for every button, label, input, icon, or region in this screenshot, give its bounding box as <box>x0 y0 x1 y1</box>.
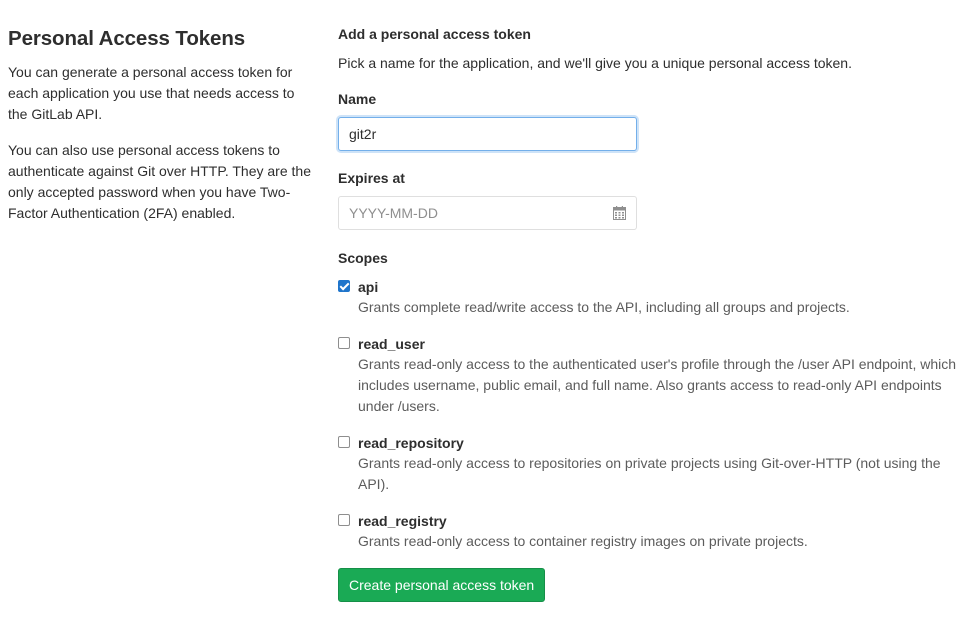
expires-label: Expires at <box>338 170 405 186</box>
scope-list: api Grants complete read/write access to… <box>338 277 958 552</box>
form-heading: Add a personal access token <box>338 26 531 42</box>
page-title: Personal Access Tokens <box>8 27 246 50</box>
name-label: Name <box>338 91 377 107</box>
scopes-label: Scopes <box>338 250 388 266</box>
scope-name: read_repository <box>358 435 464 451</box>
scope-description: Grants read-only access to the authentic… <box>358 356 957 414</box>
expires-input[interactable] <box>338 196 637 230</box>
name-input[interactable] <box>338 117 637 151</box>
scope-checkbox-read-user[interactable] <box>338 337 350 349</box>
scope-item-read-user: read_user Grants read-only access to the… <box>338 334 958 417</box>
scope-description: Grants complete read/write access to the… <box>358 299 850 315</box>
sidebar-info: Personal Access Tokens You can generate … <box>8 26 313 224</box>
scope-item-read-repository: read_repository Grants read-only access … <box>338 433 958 495</box>
scope-checkbox-read-registry[interactable] <box>338 514 350 526</box>
scope-name: read_user <box>358 336 425 352</box>
expires-field <box>338 196 637 230</box>
token-form: Add a personal access token Pick a name … <box>338 24 958 602</box>
scope-name: api <box>358 279 379 295</box>
scope-item-api: api Grants complete read/write access to… <box>338 277 958 318</box>
scope-name: read_registry <box>358 513 447 529</box>
intro-paragraph-2: You can also use personal access tokens … <box>8 142 311 221</box>
scope-checkbox-api[interactable] <box>338 280 350 292</box>
calendar-icon[interactable] <box>613 206 626 220</box>
scope-description: Grants read-only access to container reg… <box>358 533 808 549</box>
create-token-button[interactable]: Create personal access token <box>338 568 546 602</box>
scope-checkbox-read-repository[interactable] <box>338 436 350 448</box>
scope-description: Grants read-only access to repositories … <box>358 455 941 492</box>
intro-paragraph-1: You can generate a personal access token… <box>8 64 295 122</box>
form-description: Pick a name for the application, and we'… <box>338 55 852 71</box>
scope-item-read-registry: read_registry Grants read-only access to… <box>338 511 958 552</box>
